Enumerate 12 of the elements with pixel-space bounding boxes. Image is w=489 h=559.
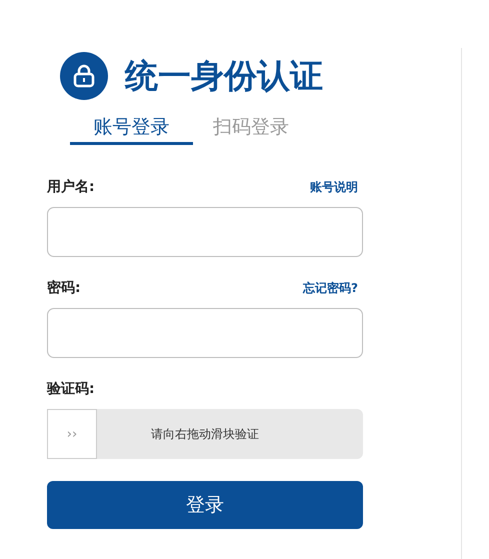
field-label: 用户名:: [47, 178, 95, 196]
login-button[interactable]: 登录: [47, 481, 363, 529]
login-tab[interactable]: 账号登录: [70, 114, 193, 145]
help-link[interactable]: 账号说明: [310, 178, 358, 196]
input-field[interactable]: [47, 207, 363, 257]
field-label: 验证码:: [47, 380, 95, 398]
page-title: 统一身份认证: [125, 54, 323, 96]
input-field[interactable]: [47, 308, 363, 358]
lock-icon: [60, 52, 108, 100]
help-link[interactable]: 忘记密码?: [303, 280, 358, 296]
field-label: 密码:: [47, 279, 81, 297]
slider-hint: 请向右拖动滑块验证: [150, 426, 260, 442]
